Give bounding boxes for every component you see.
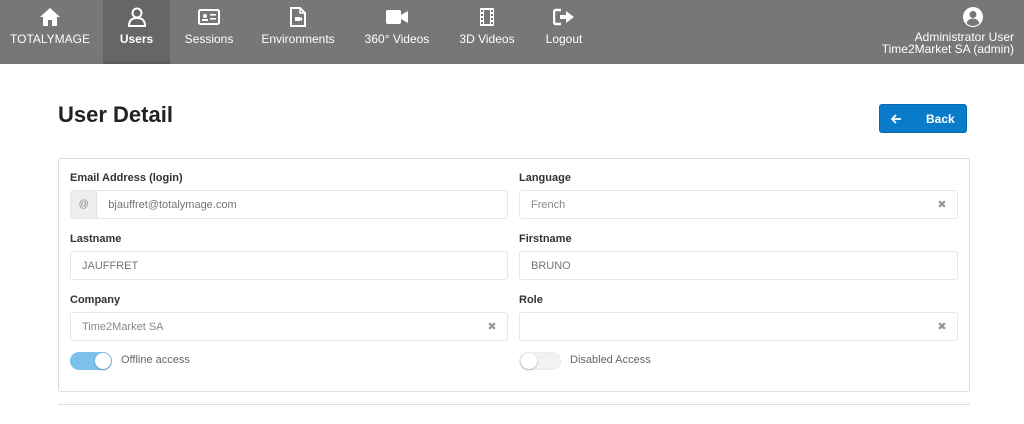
lastname-label: Lastname [70, 233, 122, 245]
video-camera-icon [385, 6, 409, 28]
clear-icon[interactable]: ✖ [927, 198, 957, 211]
email-label: Email Address (login) [70, 172, 183, 184]
role-label: Role [519, 294, 543, 306]
nav-item-totalymage[interactable]: TOTALYMAGE [10, 0, 90, 64]
nav-item-sessions[interactable]: Sessions [180, 0, 238, 64]
language-label: Language [519, 172, 571, 184]
firstname-field-wrapper [519, 251, 958, 280]
lastname-input[interactable] [71, 259, 507, 272]
user-organization: Time2Market SA (admin) [881, 42, 1014, 56]
disabled-access-label: Disabled Access [570, 354, 651, 366]
top-navbar: TOTALYMAGE Users Sessions Environments 3… [0, 0, 1024, 64]
back-button-label: Back [926, 111, 955, 126]
clear-icon[interactable]: ✖ [927, 320, 957, 333]
arrow-left-icon [890, 113, 902, 125]
language-select[interactable]: French ✖ [519, 190, 958, 219]
nav-label: TOTALYMAGE [10, 32, 91, 46]
offline-access-label: Offline access [121, 354, 190, 366]
nav-item-environments[interactable]: Environments [260, 0, 336, 64]
disabled-access-toggle[interactable] [519, 352, 561, 370]
offline-access-toggle[interactable] [70, 352, 112, 370]
nav-label: 360° Videos [364, 32, 430, 46]
nav-item-logout[interactable]: Logout [540, 0, 588, 64]
page-title: User Detail [58, 102, 173, 127]
role-select[interactable]: ✖ [519, 312, 958, 341]
nav-label: Sessions [184, 32, 234, 46]
company-value: Time2Market SA [82, 320, 164, 333]
toggle-knob [521, 353, 537, 369]
nav-item-3d-videos[interactable]: 3D Videos [456, 0, 518, 64]
company-select[interactable]: Time2Market SA ✖ [70, 312, 508, 341]
nav-label: Users [119, 32, 154, 46]
email-field-wrapper: @ [70, 190, 508, 219]
nav-label: Environments [261, 32, 335, 46]
logout-icon [552, 6, 576, 28]
next-section-divider [58, 404, 970, 424]
back-button[interactable]: Back [879, 104, 967, 133]
nav-item-users[interactable]: Users [103, 0, 170, 64]
file-icon [286, 6, 310, 28]
film-icon [475, 6, 499, 28]
firstname-input[interactable] [520, 259, 957, 272]
user-detail-form: Email Address (login) @ Language French … [58, 158, 970, 392]
user-avatar-icon [962, 6, 984, 28]
toggle-knob [95, 353, 111, 369]
language-value: French [531, 198, 566, 211]
nav-label: Logout [545, 32, 583, 46]
id-card-icon [197, 6, 221, 28]
nav-label: 3D Videos [459, 32, 515, 46]
user-icon [125, 6, 149, 28]
nav-item-360-videos[interactable]: 360° Videos [362, 0, 432, 64]
user-menu[interactable]: Administrator User Time2Market SA (admin… [882, 0, 1014, 64]
email-input[interactable] [97, 198, 507, 211]
lastname-field-wrapper [70, 251, 508, 280]
clear-icon[interactable]: ✖ [477, 320, 507, 333]
home-icon [38, 6, 62, 28]
at-sign-icon: @ [71, 191, 98, 218]
firstname-label: Firstname [519, 233, 572, 245]
company-label: Company [70, 294, 121, 306]
